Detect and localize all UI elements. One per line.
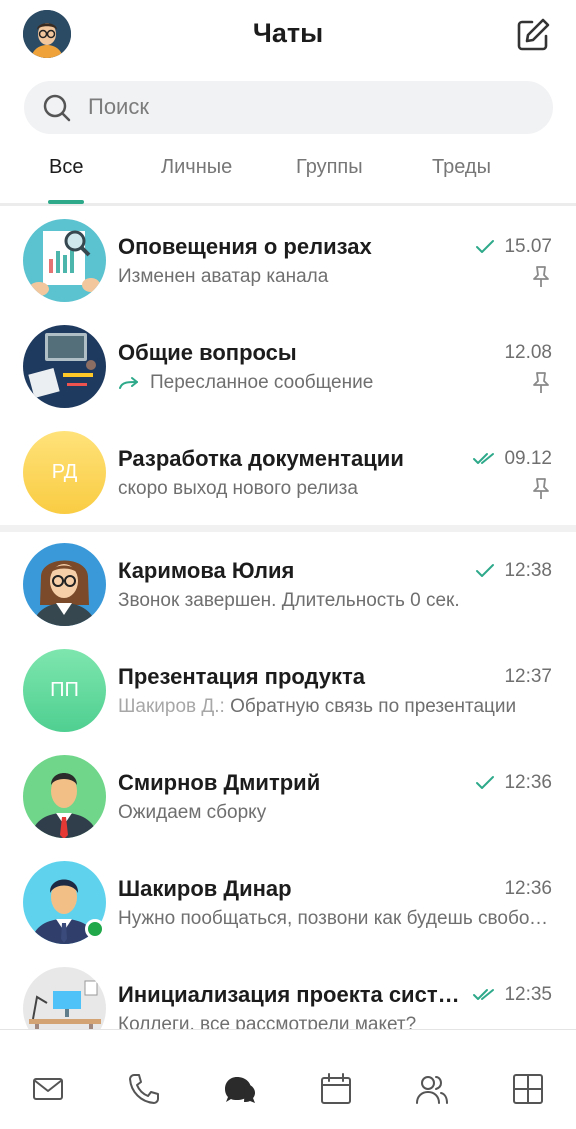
tab-all[interactable]: Все <box>49 156 83 179</box>
chat-name: Инициализация проекта системы <box>118 982 464 1007</box>
chat-time: 09.12 <box>504 448 552 469</box>
chat-last-message: Коллеги, все рассмотрели макет? <box>118 1014 417 1029</box>
pin-icon <box>530 265 552 289</box>
page-title: Чаты <box>252 18 324 48</box>
chat-row[interactable]: Оповещения о релизах 15.07 Изменен авата… <box>0 209 576 315</box>
search-input[interactable]: Поиск <box>24 81 553 134</box>
double-check-icon <box>472 987 494 1003</box>
chat-row[interactable]: ПП Презентация продукта 12:37 Шакиров Д.… <box>0 639 576 745</box>
double-check-icon <box>472 451 494 467</box>
mail-icon[interactable] <box>31 1072 65 1106</box>
chat-last-message: Изменен аватар канала <box>118 266 329 287</box>
chat-time: 12:38 <box>504 560 552 581</box>
chat-name: Смирнов Дмитрий <box>118 770 321 795</box>
search-icon <box>42 93 72 123</box>
read-check-icon <box>474 239 496 255</box>
contacts-icon[interactable] <box>415 1072 449 1106</box>
chat-time: 12.08 <box>504 342 552 363</box>
tab-groups[interactable]: Группы <box>296 156 363 179</box>
apps-icon[interactable] <box>511 1072 545 1106</box>
pin-icon <box>530 477 552 501</box>
chat-last-message: Шакиров Д.: Обратную связь по презентаци… <box>118 696 544 718</box>
calendar-icon[interactable] <box>319 1072 353 1106</box>
active-tab-indicator <box>48 200 84 204</box>
chat-name: Презентация продукта <box>118 664 366 689</box>
chat-last-message: Ожидаем сборку <box>118 802 267 823</box>
group-avatar <box>23 967 106 1029</box>
chat-time: 12:36 <box>504 772 552 793</box>
bottom-navigation <box>0 1029 576 1129</box>
chat-name: Каримова Юлия <box>118 558 295 583</box>
chat-row[interactable]: Шакиров Динар 12:36 Нужно пообщаться, по… <box>0 851 576 957</box>
chat-row[interactable]: Смирнов Дмитрий 12:36 Ожидаем сборку <box>0 745 576 851</box>
pinned-divider <box>0 525 576 532</box>
chat-name: Общие вопросы <box>118 340 297 365</box>
search-placeholder: Поиск <box>88 94 149 119</box>
read-check-icon <box>474 563 496 579</box>
user-avatar <box>23 755 106 838</box>
initials-avatar: РД <box>23 431 106 514</box>
online-status-dot <box>85 919 105 939</box>
avatar-initials: ПП <box>50 679 79 701</box>
channel-avatar <box>23 325 106 408</box>
chat-list: Оповещения о релизах 15.07 Изменен авата… <box>0 209 576 1029</box>
message-sender: Шакиров Д.: <box>118 696 225 717</box>
chat-name: Шакиров Динар <box>118 876 292 901</box>
chat-time: 12:36 <box>504 878 552 899</box>
chat-time: 15.07 <box>504 236 552 257</box>
chats-icon[interactable] <box>223 1072 257 1106</box>
header: Чаты <box>0 0 576 70</box>
chat-time: 12:35 <box>504 984 552 1005</box>
chat-row[interactable]: Общие вопросы 12.08 Пересланное сообщени… <box>0 315 576 421</box>
chat-last-message: скоро выход нового релиза <box>118 478 358 499</box>
chat-last-message: Пересланное сообщение <box>150 372 374 393</box>
chat-row[interactable]: Инициализация проекта системы 12:35 Колл… <box>0 957 576 1029</box>
channel-avatar <box>23 219 106 302</box>
initials-avatar: ПП <box>23 649 106 732</box>
chat-row[interactable]: РД Разработка документации 09.12 скоро в… <box>0 421 576 527</box>
chat-filter-tabs: Все Личные Группы Треды <box>0 140 576 206</box>
tab-threads[interactable]: Треды <box>432 156 491 179</box>
message-text: Обратную связь по презентации <box>230 696 517 717</box>
compose-icon[interactable] <box>514 16 552 54</box>
phone-icon[interactable] <box>127 1072 161 1106</box>
read-check-icon <box>474 775 496 791</box>
tab-personal[interactable]: Личные <box>161 156 232 179</box>
user-avatar <box>23 543 106 626</box>
chat-name: Разработка документации <box>118 446 404 471</box>
avatar-initials: РД <box>51 461 78 483</box>
chat-last-message: Звонок завершен. Длительность 0 сек. <box>118 590 460 611</box>
chat-name: Оповещения о релизах <box>118 234 372 259</box>
chat-row[interactable]: Каримова Юлия 12:38 Звонок завершен. Дли… <box>0 533 576 639</box>
chat-last-message: Нужно пообщаться, позвони как будешь сво… <box>118 908 554 929</box>
pin-icon <box>530 371 552 395</box>
chat-time: 12:37 <box>504 666 552 687</box>
forward-icon <box>118 376 140 392</box>
